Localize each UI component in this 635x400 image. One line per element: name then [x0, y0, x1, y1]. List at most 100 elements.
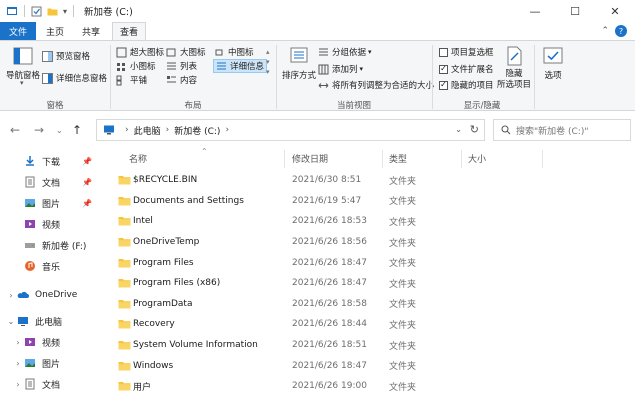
nav-item-this-pc[interactable]: ⌄ 此电脑 [0, 311, 104, 331]
expand-chevron-icon[interactable]: › [12, 338, 24, 347]
file-extensions-toggle[interactable]: ✓ 文件扩展名 [439, 63, 494, 75]
table-row[interactable]: OneDriveTemp 2021/6/26 18:56 文件夹 [104, 232, 635, 253]
nav-item-documents[interactable]: 文档 📌 [0, 172, 104, 192]
navigation-pane-dropdown-icon[interactable]: ▾ [20, 79, 24, 87]
collapse-chevron-icon[interactable]: ⌄ [5, 317, 17, 326]
new-folder-icon[interactable] [47, 6, 58, 17]
breadcrumb-this-pc[interactable]: 此电脑 [134, 124, 161, 137]
large-icons-button[interactable]: 大图标 [166, 46, 206, 58]
preview-pane-icon [42, 50, 53, 62]
nav-item-pc-videos[interactable]: › 视频 [0, 332, 104, 352]
column-header-date[interactable]: 修改日期 [292, 152, 328, 165]
small-icons-label: 小图标 [130, 62, 156, 72]
forward-arrow-icon[interactable]: → [34, 123, 44, 137]
table-row[interactable]: Program Files (x86) 2021/6/26 18:47 文件夹 [104, 273, 635, 294]
pin-icon[interactable]: 📌 [82, 199, 92, 208]
quick-access-divider [24, 5, 25, 17]
qa-dropdown-icon[interactable]: ▾ [63, 7, 67, 16]
table-row[interactable]: Windows 2021/6/26 18:47 文件夹 [104, 355, 635, 376]
up-arrow-icon[interactable]: ↑ [72, 123, 82, 137]
search-placeholder: 搜索"新加卷 (C:)" [516, 126, 589, 137]
pin-icon[interactable]: 📌 [82, 178, 92, 187]
hide-selected-button[interactable]: 隐藏 所选项目 [496, 45, 532, 91]
extra-large-icons-button[interactable]: 超大图标 [116, 46, 164, 58]
nav-item-music[interactable]: 音乐 [0, 256, 104, 276]
nav-item-pc-pictures[interactable]: › 图片 [0, 353, 104, 373]
fit-columns-button[interactable]: 将所有列调整为合适的大小 [318, 79, 434, 91]
column-divider[interactable] [382, 150, 383, 168]
navigation-pane-button[interactable]: 导航窗格 [6, 45, 40, 81]
recent-locations-icon[interactable]: ⌄ [56, 126, 63, 135]
refresh-icon[interactable]: ↻ [470, 123, 479, 136]
back-arrow-icon[interactable]: ← [10, 123, 20, 137]
table-row[interactable]: Program Files 2021/6/26 18:47 文件夹 [104, 252, 635, 273]
group-by-button[interactable]: 分组依据 ▾ [318, 46, 372, 58]
help-icon[interactable]: ? [615, 25, 627, 37]
nav-item-pc-documents[interactable]: › 文档 [0, 374, 104, 394]
file-type: 文件夹 [389, 279, 417, 290]
column-divider[interactable] [542, 150, 543, 168]
column-divider[interactable] [461, 150, 462, 168]
options-button[interactable]: 选项 [540, 45, 566, 81]
table-row[interactable]: ProgramData 2021/6/26 18:58 文件夹 [104, 294, 635, 315]
address-dropdown-icon[interactable]: ⌄ [455, 125, 462, 134]
table-row[interactable]: System Volume Information 2021/6/26 18:51… [104, 335, 635, 356]
small-icons-button[interactable]: 小图标 [116, 60, 156, 72]
navigation-pane-icon [13, 47, 33, 65]
content-view-button[interactable]: 内容 [166, 74, 197, 86]
picture-icon [25, 199, 35, 207]
layout-scroll-icon[interactable]: ▴ ▾ ▾ [266, 47, 270, 77]
medium-icons-button[interactable]: 中图标 [214, 46, 254, 58]
hidden-items-checkbox[interactable]: ✓ [439, 80, 448, 90]
nav-item-onedrive[interactable]: › OneDrive [0, 285, 104, 305]
nav-item-videos[interactable]: 视频 [0, 214, 104, 234]
expand-chevron-icon[interactable]: › [5, 291, 17, 300]
nav-item-label: OneDrive [35, 290, 78, 300]
details-view-button[interactable]: 详细信息 [213, 59, 268, 73]
file-name: ProgramData [133, 298, 193, 309]
tab-home[interactable]: 主页 [40, 22, 70, 40]
file-extensions-checkbox[interactable]: ✓ [439, 64, 448, 74]
collapse-ribbon-icon[interactable]: ⌃ [601, 26, 609, 36]
expand-chevron-icon[interactable]: › [12, 380, 24, 389]
medium-icons-icon [215, 49, 223, 55]
breadcrumb-current-drive[interactable]: 新加卷 (C:) [174, 124, 220, 137]
add-columns-button[interactable]: 添加列 ▾ [318, 63, 363, 75]
nav-item-pictures[interactable]: 图片 📌 [0, 193, 104, 213]
hidden-items-toggle[interactable]: ✓ 隐藏的项目 [439, 79, 494, 91]
nav-item-downloads[interactable]: 下载 📌 [0, 151, 104, 171]
table-row[interactable]: $RECYCLE.BIN 2021/6/30 8:51 文件夹 [104, 170, 635, 191]
properties-icon[interactable] [31, 6, 42, 17]
address-toolbar: ← → ⌄ ↑ › 此电脑 › 新加卷 (C:) › ⌄ ↻ 搜索"新加卷 (C… [0, 112, 635, 146]
tiles-view-button[interactable]: 平铺 [116, 74, 147, 86]
close-button[interactable]: ✕ [595, 0, 635, 22]
minimize-button[interactable]: — [515, 0, 555, 22]
nav-item-drive-f[interactable]: 新加卷 (F:) [0, 235, 104, 255]
sort-by-button[interactable]: 排序方式 [282, 45, 316, 81]
details-pane-button[interactable]: 详细信息窗格 [42, 72, 107, 84]
item-checkboxes-toggle[interactable]: 项目复选框 [439, 46, 494, 58]
preview-pane-button[interactable]: 预览窗格 [42, 50, 90, 62]
table-row[interactable]: Intel 2021/6/26 18:53 文件夹 [104, 211, 635, 232]
search-box[interactable]: 搜索"新加卷 (C:)" [493, 119, 631, 141]
computer-icon [104, 125, 114, 135]
maximize-button[interactable]: ☐ [555, 0, 595, 22]
breadcrumb-separator-icon[interactable]: › [225, 125, 229, 135]
address-bar[interactable]: › 此电脑 › 新加卷 (C:) › ⌄ ↻ [96, 119, 485, 141]
tab-share[interactable]: 共享 [76, 22, 106, 40]
column-header-size[interactable]: 大小 [468, 152, 486, 165]
table-row[interactable]: Recovery 2021/6/26 18:44 文件夹 [104, 314, 635, 335]
pin-icon[interactable]: 📌 [82, 157, 92, 166]
breadcrumb-separator-icon[interactable]: › [125, 125, 129, 135]
expand-chevron-icon[interactable]: › [12, 359, 24, 368]
list-view-button[interactable]: 列表 [166, 60, 197, 72]
item-checkboxes-checkbox[interactable] [439, 47, 448, 57]
tab-view[interactable]: 查看 [112, 22, 146, 40]
tab-file[interactable]: 文件 [0, 22, 36, 40]
table-row[interactable]: Documents and Settings 2021/6/19 5:47 文件夹 [104, 191, 635, 212]
table-row[interactable]: 用户 2021/6/26 19:00 文件夹 [104, 376, 635, 397]
column-header-name[interactable]: 名称 [129, 152, 147, 165]
column-header-type[interactable]: 类型 [389, 152, 407, 165]
breadcrumb-separator-icon[interactable]: › [166, 125, 170, 135]
column-divider[interactable] [284, 150, 285, 168]
